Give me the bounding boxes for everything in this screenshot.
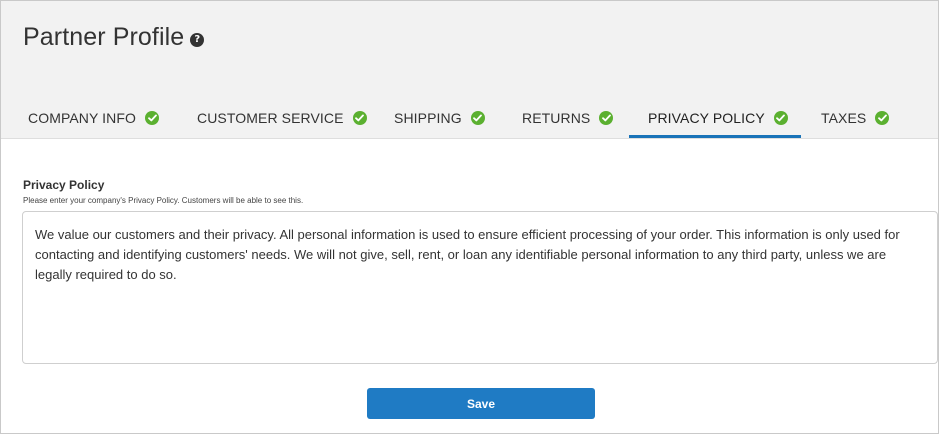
- tab-shipping[interactable]: SHIPPING: [394, 97, 485, 138]
- tab-label: TAXES: [821, 110, 867, 126]
- profile-tabs: COMPANY INFO CUSTOMER SERVICE SHIPPING R…: [1, 97, 938, 138]
- page-title: Partner Profile: [23, 23, 185, 51]
- question-circle-icon[interactable]: ?: [190, 32, 205, 47]
- save-button[interactable]: Save: [367, 388, 595, 419]
- tab-label: CUSTOMER SERVICE: [197, 110, 344, 126]
- privacy-policy-label: Privacy Policy: [23, 178, 105, 192]
- check-circle-icon: [352, 111, 367, 125]
- privacy-policy-textarea[interactable]: We value our customers and their privacy…: [22, 211, 938, 364]
- tab-label: COMPANY INFO: [28, 110, 137, 126]
- check-circle-icon: [599, 111, 614, 125]
- check-circle-icon: [470, 111, 485, 125]
- tab-label: RETURNS: [522, 110, 591, 126]
- check-circle-icon: [875, 111, 890, 125]
- tab-taxes[interactable]: TAXES: [821, 97, 890, 138]
- page-header: Partner Profile ? COMPANY INFO CUSTOMER …: [1, 1, 938, 139]
- privacy-policy-hint: Please enter your company's Privacy Poli…: [23, 196, 304, 205]
- tab-customer-service[interactable]: CUSTOMER SERVICE: [197, 97, 367, 138]
- partner-profile-window: Partner Profile ? COMPANY INFO CUSTOMER …: [0, 0, 939, 434]
- tab-company-info[interactable]: COMPANY INFO: [28, 97, 160, 138]
- tab-returns[interactable]: RETURNS: [522, 97, 614, 138]
- tab-label: PRIVACY POLICY: [648, 110, 765, 126]
- tab-privacy-policy[interactable]: PRIVACY POLICY: [629, 97, 801, 138]
- page-title-row: Partner Profile ?: [23, 23, 205, 52]
- check-circle-icon: [773, 111, 788, 125]
- tab-label: SHIPPING: [394, 110, 462, 126]
- check-circle-icon: [145, 111, 160, 125]
